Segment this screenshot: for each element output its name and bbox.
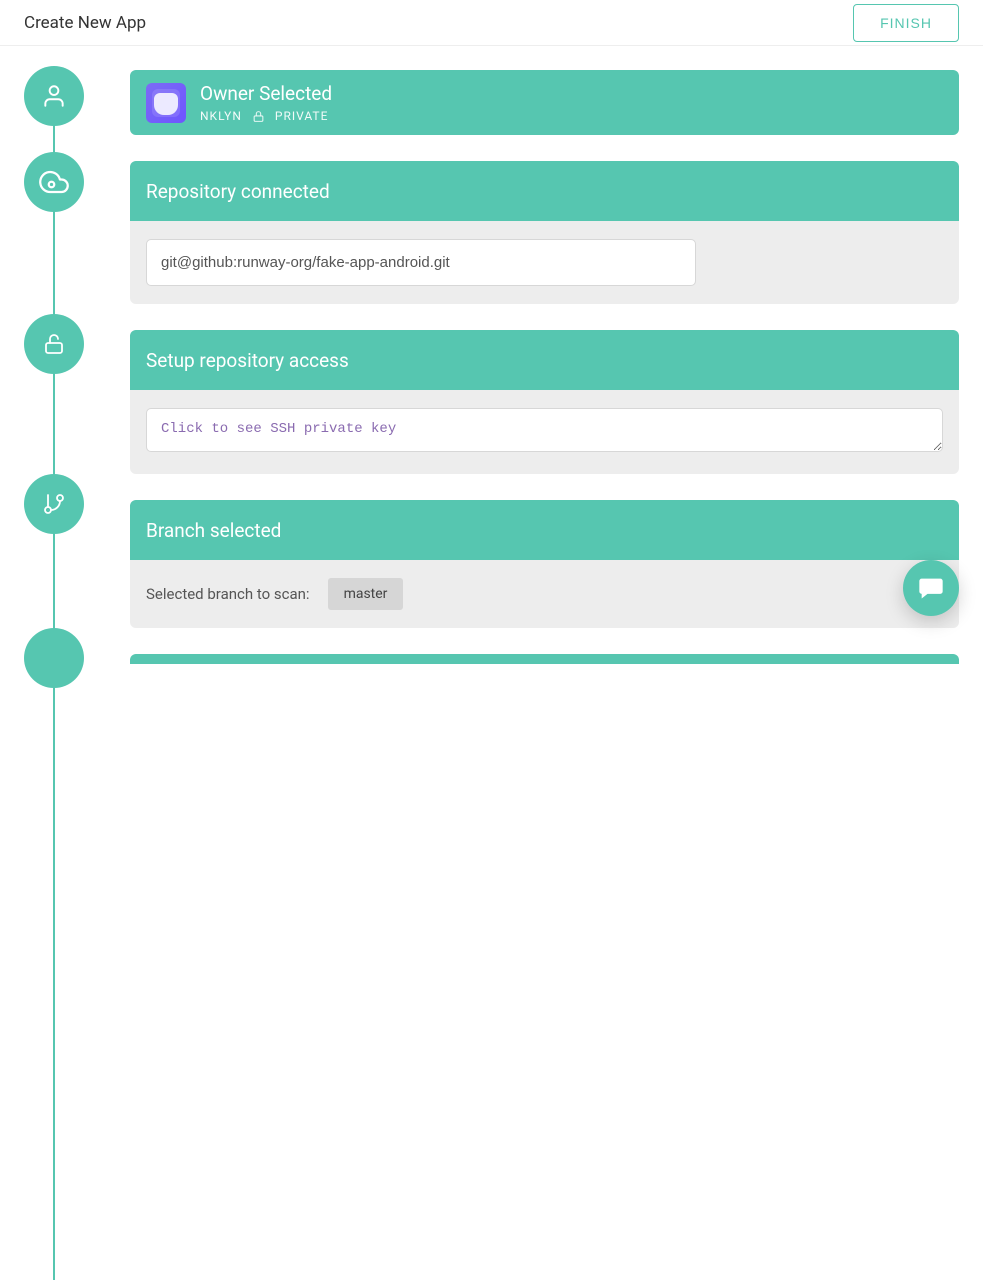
step-repo-body bbox=[130, 221, 959, 304]
step-next-peek bbox=[130, 654, 959, 664]
step-repo: Repository connected bbox=[130, 161, 959, 304]
step-repo-title: Repository connected bbox=[146, 180, 330, 203]
timeline-step-next[interactable] bbox=[24, 628, 84, 688]
git-branch-icon bbox=[42, 492, 66, 516]
wizard-content: Owner Selected NKLYN PRIVATE Repository … bbox=[0, 46, 983, 664]
owner-avatar bbox=[146, 83, 186, 123]
user-icon bbox=[41, 83, 67, 109]
timeline-step-access[interactable] bbox=[24, 314, 84, 374]
timeline-step-repo[interactable] bbox=[24, 152, 84, 212]
step-repo-header[interactable]: Repository connected bbox=[130, 161, 959, 221]
owner-org: NKLYN bbox=[200, 109, 242, 123]
timeline-step-owner[interactable] bbox=[24, 66, 84, 126]
step-owner: Owner Selected NKLYN PRIVATE bbox=[130, 70, 959, 135]
cloud-sync-icon bbox=[39, 167, 69, 197]
unlock-icon bbox=[42, 332, 66, 356]
timeline-step-branch[interactable] bbox=[24, 474, 84, 534]
step-owner-title: Owner Selected bbox=[200, 82, 332, 105]
ssh-key-field[interactable] bbox=[146, 408, 943, 452]
finish-button[interactable]: FINISH bbox=[853, 4, 959, 42]
chat-icon bbox=[917, 574, 945, 602]
step-access-header[interactable]: Setup repository access bbox=[130, 330, 959, 390]
step-access: Setup repository access bbox=[130, 330, 959, 474]
step-branch-header[interactable]: Branch selected bbox=[130, 500, 959, 560]
owner-visibility: PRIVATE bbox=[275, 109, 328, 123]
page-header: Create New App FINISH bbox=[0, 0, 983, 46]
repo-url-input[interactable] bbox=[146, 239, 696, 286]
steps-column: Owner Selected NKLYN PRIVATE Repository … bbox=[130, 70, 959, 628]
branch-label: Selected branch to scan: bbox=[146, 585, 310, 603]
chat-launcher-button[interactable] bbox=[903, 560, 959, 616]
step-branch: Branch selected Selected branch to scan:… bbox=[130, 500, 959, 628]
step-owner-header[interactable]: Owner Selected NKLYN PRIVATE bbox=[130, 70, 959, 135]
step-branch-title: Branch selected bbox=[146, 519, 281, 542]
timeline-connector bbox=[53, 100, 55, 1280]
step-owner-subline: NKLYN PRIVATE bbox=[200, 109, 332, 123]
timeline bbox=[24, 70, 84, 664]
step-access-title: Setup repository access bbox=[146, 349, 349, 372]
lock-icon bbox=[252, 110, 265, 123]
step-branch-body: Selected branch to scan: master bbox=[130, 560, 959, 628]
step-access-body bbox=[130, 390, 959, 474]
branch-chip[interactable]: master bbox=[328, 578, 404, 610]
page-title: Create New App bbox=[24, 13, 146, 33]
